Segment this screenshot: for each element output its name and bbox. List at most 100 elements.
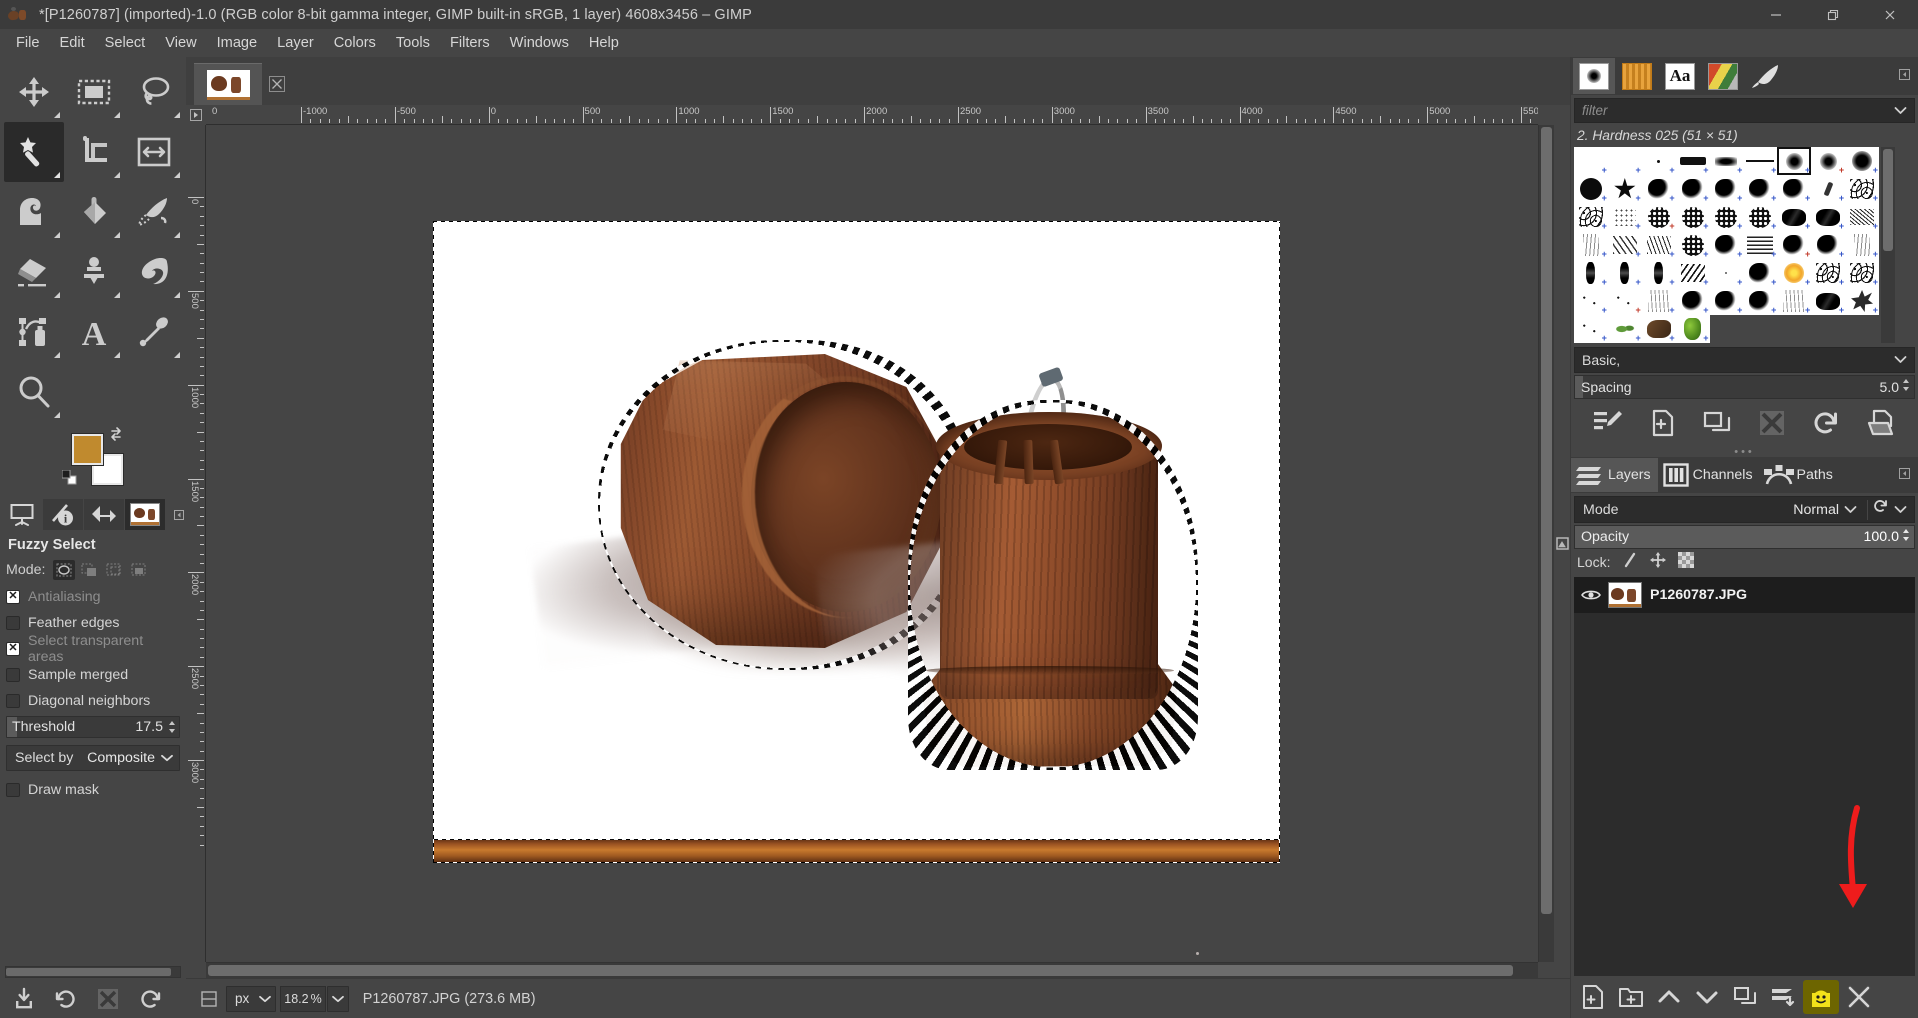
vertical-ruler[interactable]: 050010001500200025003000 (186, 125, 206, 962)
mode-replace-button[interactable] (53, 560, 75, 580)
warp-tool[interactable] (4, 182, 64, 242)
menu-colors[interactable]: Colors (324, 30, 386, 56)
brush-cell[interactable]: + (1710, 203, 1744, 231)
maximize-restore-icon[interactable] (1804, 0, 1861, 29)
brush-cell[interactable]: + (1811, 175, 1845, 203)
tab-layers[interactable]: Layers (1571, 458, 1658, 492)
option-antialiasing[interactable]: Antialiasing (6, 586, 180, 607)
brush-cell[interactable]: + (1574, 259, 1608, 287)
menu-help[interactable]: Help (579, 30, 629, 56)
menu-view[interactable]: View (155, 30, 206, 56)
layer-row[interactable]: P1260787.JPG (1574, 577, 1915, 613)
brush-cell[interactable] (1845, 315, 1879, 343)
opacity-spinner[interactable] (1902, 528, 1910, 547)
brush-cell[interactable]: + (1574, 231, 1608, 259)
select-by-dropdown[interactable]: Select by Composite (6, 745, 180, 771)
color-picker-tool[interactable] (124, 302, 184, 362)
tab-undo-history[interactable] (84, 499, 124, 530)
crop-tool[interactable] (64, 122, 124, 182)
brush-cell[interactable]: + (1608, 287, 1642, 315)
brush-cell[interactable]: + (1676, 147, 1710, 175)
brush-cell[interactable]: + (1845, 175, 1879, 203)
image-content[interactable] (434, 222, 1279, 862)
option-select-transparent-areas[interactable]: Select transparent areas (6, 638, 180, 659)
brush-cell[interactable]: + (1811, 231, 1845, 259)
antialiasing-checkbox[interactable] (6, 590, 20, 604)
option-diagonal-neighbors[interactable]: Diagonal neighbors (6, 690, 180, 711)
brush-cell[interactable]: + (1777, 231, 1811, 259)
feather-edges-checkbox[interactable] (6, 616, 20, 630)
canvas-horizontal-scrollbar[interactable] (206, 962, 1538, 978)
draw-mask-checkbox[interactable] (6, 783, 20, 797)
brush-cell[interactable]: + (1811, 287, 1845, 315)
brush-spacing-slider[interactable]: Spacing 5.0 (1574, 375, 1915, 399)
tab-paths[interactable]: Paths (1760, 458, 1840, 492)
brush-cell[interactable]: + (1676, 315, 1710, 343)
image-tab-p1260787[interactable] (194, 63, 262, 105)
duplicate-brush-button[interactable] (1700, 406, 1734, 440)
brush-cell[interactable]: + (1811, 259, 1845, 287)
image-tab-close-icon[interactable] (262, 63, 292, 105)
menu-filters[interactable]: Filters (440, 30, 500, 56)
brush-cell[interactable]: + (1845, 259, 1879, 287)
brush-cell[interactable]: + (1777, 147, 1811, 175)
ink-tool[interactable] (124, 182, 184, 242)
image-canvas[interactable] (206, 125, 1538, 962)
move-tool[interactable] (4, 62, 64, 122)
merge-down-button[interactable] (1803, 980, 1839, 1014)
brush-cell[interactable]: + (1743, 147, 1777, 175)
threshold-spinner[interactable] (167, 720, 176, 734)
tab-device-status[interactable]: i (43, 499, 83, 530)
menu-tools[interactable]: Tools (386, 30, 440, 56)
chevron-down-icon[interactable] (1894, 501, 1914, 519)
ruler-origin-button[interactable] (186, 105, 206, 125)
edit-brush-button[interactable] (1591, 406, 1625, 440)
restore-tool-preset-button[interactable] (53, 986, 79, 1012)
eraser-tool[interactable] (4, 242, 64, 302)
refresh-brushes-button[interactable] (1809, 406, 1843, 440)
brush-cell[interactable]: + (1676, 259, 1710, 287)
brush-cell[interactable]: + (1608, 147, 1642, 175)
mode-intersect-button[interactable] (128, 560, 150, 580)
lock-position-icon[interactable] (1650, 552, 1666, 573)
brush-cell[interactable]: + (1642, 231, 1676, 259)
brush-cell[interactable]: + (1642, 287, 1676, 315)
brush-cell[interactable]: + (1845, 287, 1879, 315)
brush-cell[interactable]: + (1710, 231, 1744, 259)
brush-cell[interactable] (1777, 315, 1811, 343)
zoom-selector[interactable] (327, 986, 349, 1012)
tab-palettes[interactable] (1702, 58, 1744, 94)
mode-subtract-button[interactable] (103, 560, 125, 580)
open-brush-folder-button[interactable] (1864, 406, 1898, 440)
option-feather-edges[interactable]: Feather edges (6, 612, 180, 633)
fuzzy-select-tool[interactable] (4, 122, 64, 182)
brush-cell[interactable] (1811, 315, 1845, 343)
brush-cell[interactable]: + (1743, 203, 1777, 231)
brush-cell[interactable]: + (1574, 147, 1608, 175)
brush-cell[interactable]: + (1642, 315, 1676, 343)
brush-cell[interactable]: + (1642, 203, 1676, 231)
brush-cell[interactable]: + (1777, 287, 1811, 315)
brush-cell[interactable]: + (1574, 315, 1608, 343)
tab-fonts[interactable]: Aa (1659, 58, 1701, 94)
menu-file[interactable]: File (6, 30, 50, 56)
lock-alpha-icon[interactable] (1678, 552, 1694, 573)
reset-tool-options-button[interactable] (137, 986, 163, 1012)
layers-dock-menu-icon[interactable] (1899, 466, 1910, 484)
brush-cell[interactable]: + (1710, 259, 1744, 287)
anchor-layer-button[interactable] (1765, 980, 1801, 1014)
spacing-spinner[interactable] (1902, 378, 1910, 397)
menu-windows[interactable]: Windows (500, 30, 579, 56)
free-select-tool[interactable] (124, 62, 184, 122)
diagonal-neighbors-checkbox[interactable] (6, 694, 20, 708)
menu-edit[interactable]: Edit (50, 30, 95, 56)
tab-tool-options[interactable] (2, 499, 42, 530)
brush-cell[interactable]: + (1608, 315, 1642, 343)
navigation-preview-button[interactable] (1554, 125, 1570, 962)
smudge-tool[interactable] (124, 242, 184, 302)
tab-paint-dynamics[interactable] (1745, 58, 1787, 94)
composite-mode-icon[interactable] (1872, 499, 1894, 520)
brush-cell[interactable] (1743, 315, 1777, 343)
brush-cell[interactable]: + (1676, 203, 1710, 231)
quick-mask-toggle[interactable] (192, 986, 226, 1012)
